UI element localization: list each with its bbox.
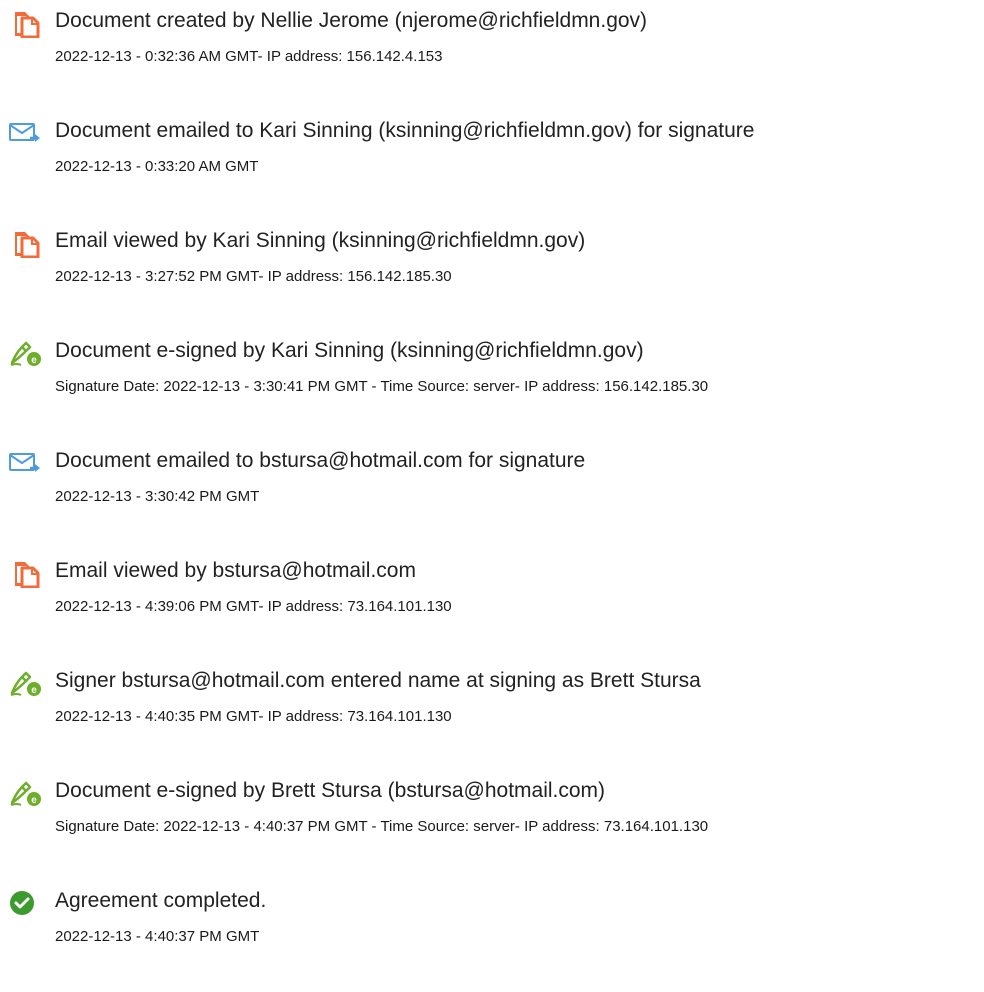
event-title: Document emailed to Kari Sinning (ksinni… (55, 119, 755, 142)
event-title: Email viewed by Kari Sinning (ksinning@r… (55, 229, 586, 252)
audit-event: Email viewed by Kari Sinning (ksinning@r… (8, 220, 984, 300)
event-detail: 2022-12-13 - 3:27:52 PM GMT- IP address:… (55, 268, 452, 285)
event-title: Document e-signed by Brett Stursa (bstur… (55, 779, 606, 802)
event-title: Email viewed by bstursa@hotmail.com (55, 559, 416, 582)
audit-event: e Signer bstursa@hotmail.com entered nam… (8, 660, 984, 740)
event-detail: 2022-12-13 - 3:30:42 PM GMT (55, 488, 260, 505)
audit-event-list: Document created by Nellie Jerome (njero… (8, 0, 984, 992)
audit-event: e Document e-signed by Kari Sinning (ksi… (8, 330, 984, 410)
event-title: Document created by Nellie Jerome (njero… (55, 9, 648, 32)
event-detail: Signature Date: 2022-12-13 - 3:30:41 PM … (55, 378, 709, 395)
event-detail: Signature Date: 2022-12-13 - 4:40:37 PM … (55, 818, 709, 835)
document-icon (8, 228, 44, 258)
esign-pen-icon: e (8, 338, 44, 368)
event-detail: 2022-12-13 - 4:40:37 PM GMT (55, 928, 260, 945)
event-title: Document emailed to bstursa@hotmail.com … (55, 449, 586, 472)
document-icon (8, 558, 44, 588)
event-detail: 2022-12-13 - 0:33:20 AM GMT (55, 158, 259, 175)
audit-event: Document created by Nellie Jerome (njero… (8, 0, 984, 80)
checkmark-circle-icon (8, 888, 44, 918)
event-detail: 2022-12-13 - 4:40:35 PM GMT- IP address:… (55, 708, 452, 725)
audit-event: Document emailed to Kari Sinning (ksinni… (8, 110, 984, 190)
esign-pen-icon: e (8, 668, 44, 698)
svg-text:e: e (31, 685, 37, 696)
audit-event: e Document e-signed by Brett Stursa (bst… (8, 770, 984, 850)
svg-text:e: e (31, 355, 37, 366)
event-detail: 2022-12-13 - 4:39:06 PM GMT- IP address:… (55, 598, 452, 615)
event-title: Agreement completed. (55, 889, 267, 912)
document-icon (8, 8, 44, 38)
email-sent-icon (8, 118, 44, 148)
audit-event: Agreement completed. 2022-12-13 - 4:40:3… (8, 880, 984, 960)
event-detail: 2022-12-13 - 0:32:36 AM GMT- IP address:… (55, 48, 443, 65)
audit-event: Document emailed to bstursa@hotmail.com … (8, 440, 984, 520)
audit-event: Email viewed by bstursa@hotmail.com 2022… (8, 550, 984, 630)
event-title: Signer bstursa@hotmail.com entered name … (55, 669, 701, 692)
esign-pen-icon: e (8, 778, 44, 808)
email-sent-icon (8, 448, 44, 478)
svg-text:e: e (31, 795, 37, 806)
event-title: Document e-signed by Kari Sinning (ksinn… (55, 339, 644, 362)
